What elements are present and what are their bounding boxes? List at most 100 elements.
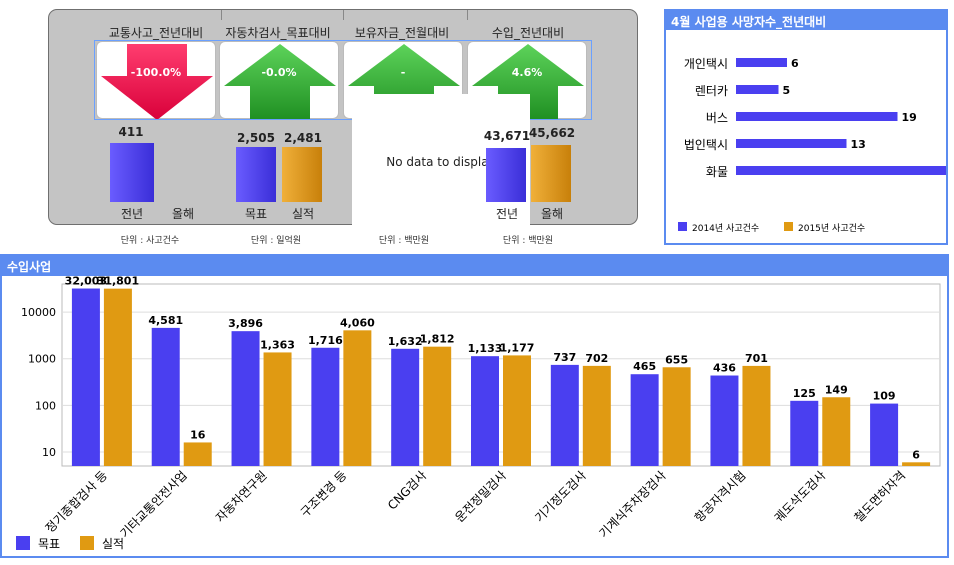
divider — [343, 10, 344, 20]
bar-target[interactable] — [630, 374, 659, 466]
bar-prev-year[interactable] — [110, 143, 154, 202]
y-tick-label: 10 — [42, 446, 56, 459]
fatality-panel: 4월 사업용 사망자수_전년대비 개인택시6렌터카5버스19법인택시13화물26… — [664, 9, 954, 245]
bar-value: 411 — [118, 125, 144, 139]
bar-target[interactable] — [710, 375, 739, 466]
unit-label: 단위 : 일억원 — [250, 236, 302, 246]
bar-value: 2,481 — [284, 131, 322, 145]
kpi-title-fund: 보유자금_전월대비 — [354, 26, 450, 40]
bar-target[interactable] — [231, 331, 260, 466]
y-tick-label: 10000 — [21, 306, 56, 319]
legend-swatch — [16, 536, 30, 550]
legend-swatch — [678, 222, 687, 231]
data-label: 655 — [665, 353, 688, 366]
bar-actual[interactable] — [582, 365, 611, 466]
data-label: 1,133 — [468, 342, 503, 355]
data-label: 1,716 — [308, 334, 343, 347]
bar-actual[interactable] — [343, 330, 372, 466]
category-label: 버스 — [706, 111, 728, 125]
x-tick-label: 자동차연구원 — [213, 468, 270, 525]
data-label: 1,632 — [388, 335, 423, 348]
category-label: 화물 — [706, 165, 728, 179]
divider — [467, 10, 468, 20]
data-label: 149 — [825, 383, 848, 396]
data-label: 465 — [633, 360, 656, 373]
bar-target[interactable] — [236, 147, 276, 202]
bar-value: 6 — [791, 57, 799, 70]
data-label: 6 — [912, 448, 920, 461]
kpi-title-inspection: 자동차검사_목표대비 — [225, 26, 331, 40]
data-label: 737 — [553, 351, 576, 364]
bar-target[interactable] — [790, 400, 819, 466]
x-tick-label: 정기종합검사 등 — [43, 468, 110, 535]
bar-value: 19 — [902, 111, 917, 124]
data-label: 1,177 — [500, 341, 535, 354]
bar-actual[interactable] — [902, 462, 931, 466]
bar-actual[interactable] — [183, 442, 212, 466]
kpi-title-income: 수입_전년대비 — [491, 26, 565, 40]
data-label: 701 — [745, 352, 768, 365]
bar-target[interactable] — [311, 347, 340, 466]
bar-target[interactable] — [71, 288, 100, 466]
panel-title: 수입사업 — [2, 256, 947, 276]
y-tick-label: 1000 — [28, 353, 56, 366]
bar-2014[interactable] — [736, 58, 787, 67]
bar-actual[interactable] — [742, 365, 771, 466]
data-label: 1,363 — [260, 338, 295, 351]
legend-label: 2015년 사고건수 — [798, 223, 865, 234]
unit-label: 단위 : 백만원 — [378, 236, 430, 246]
data-label: 4,581 — [148, 314, 183, 327]
kpi-title-accident: 교통사고_전년대비 — [108, 26, 204, 40]
unit-label: 단위 : 백만원 — [502, 236, 554, 246]
bar-this-year[interactable] — [531, 145, 571, 202]
income-panel: 수입사업 10 100 1000 10000 32,003 31,801 정기종합검사 등4… — [0, 254, 949, 558]
bar-2014[interactable] — [736, 139, 847, 148]
bar-actual[interactable] — [103, 288, 132, 466]
bar-actual[interactable] — [503, 355, 531, 466]
data-label: 109 — [873, 390, 896, 403]
bar-2014[interactable] — [736, 166, 954, 175]
x-tick-label: 기타교통안전사업 — [117, 468, 189, 540]
panel-title: 4월 사업용 사망자수_전년대비 — [666, 11, 946, 30]
bar-actual[interactable] — [822, 397, 851, 466]
legend-label: 실적 — [102, 537, 124, 551]
unit-label: 단위 : 사고건수 — [120, 236, 180, 246]
bar-value: 13 — [851, 138, 866, 151]
x-tick-label: 항공자격시험 — [692, 468, 749, 525]
bar-2014[interactable] — [736, 85, 779, 94]
data-label: 31,801 — [97, 276, 139, 288]
data-label: 436 — [713, 362, 736, 375]
data-label: 1,812 — [420, 333, 455, 346]
bar-prev-year[interactable] — [486, 148, 526, 202]
bar-actual[interactable] — [662, 367, 691, 466]
data-label: 3,896 — [228, 317, 263, 330]
bar-target[interactable] — [151, 327, 180, 466]
bar-value: 45,662 — [528, 126, 576, 140]
income-chart: 1010010001000032,00331,801정기종합검사 등4,5811… — [16, 275, 941, 551]
y-tick-label: 100 — [35, 399, 56, 412]
category-label: 법인택시 — [684, 138, 728, 152]
bar-actual[interactable] — [423, 346, 452, 466]
x-tick-label: 기계식주차장검사 — [596, 468, 668, 540]
bar-label: 올해 — [171, 207, 195, 221]
bar-actual[interactable] — [282, 147, 322, 202]
bar-target[interactable] — [870, 403, 899, 466]
x-tick-label: 구조변경 등 — [298, 468, 350, 520]
bar-target[interactable] — [550, 364, 579, 466]
divider — [221, 10, 222, 20]
legend-swatch — [80, 536, 94, 550]
legend-swatch — [784, 222, 793, 231]
legend-label: 2014년 사고건수 — [692, 223, 759, 234]
data-label: 702 — [585, 352, 608, 365]
x-tick-label: CNG검사 — [385, 468, 429, 512]
x-tick-label: 철도면허자격 — [851, 468, 908, 525]
bar-target[interactable] — [391, 348, 420, 466]
bar-label: 올해 — [540, 207, 564, 221]
bar-target[interactable] — [471, 356, 499, 466]
bar-actual[interactable] — [263, 352, 292, 466]
bar-2014[interactable] — [736, 112, 898, 121]
x-tick-label: 기기정도검사 — [532, 468, 589, 525]
x-tick-label: 궤도삭도검사 — [772, 468, 829, 525]
bar-label: 실적 — [291, 207, 315, 221]
bar-value: 5 — [783, 84, 791, 97]
